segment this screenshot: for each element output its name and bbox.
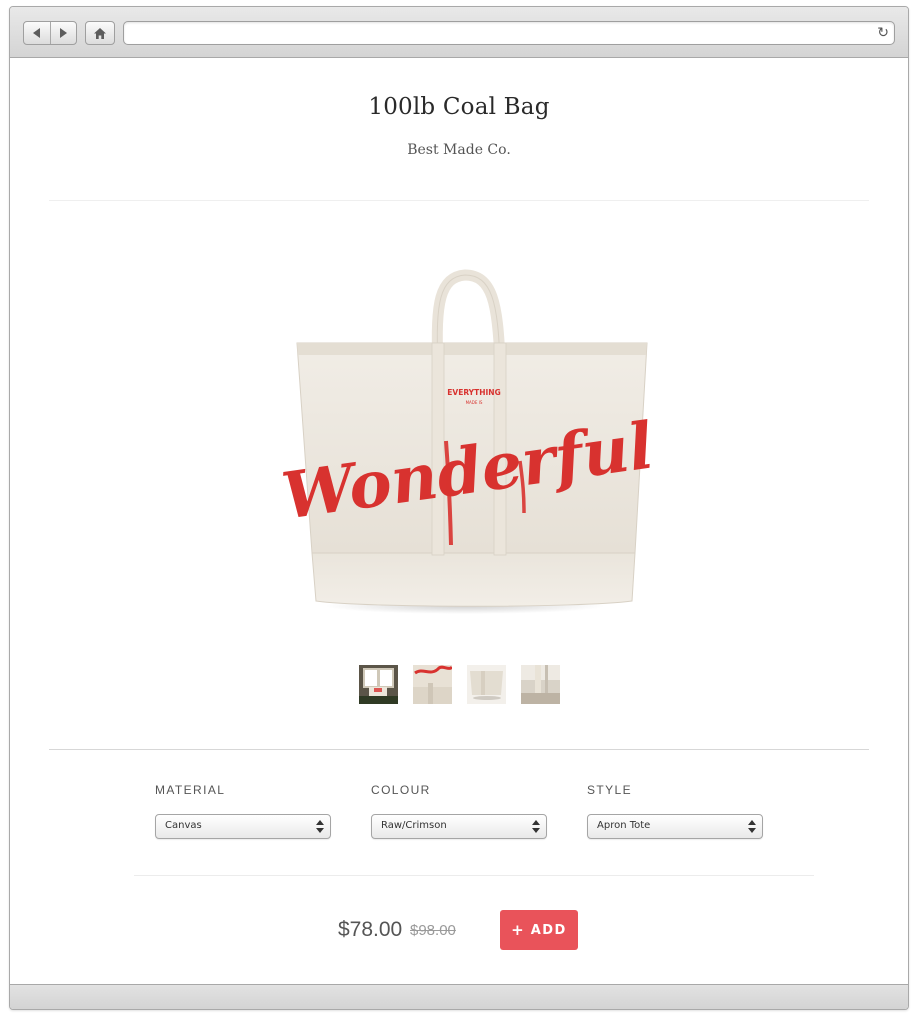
select-value: Canvas [165, 820, 202, 831]
tote-bag-image: EVERYTHING MADE IS Wonderful [278, 269, 658, 614]
triangle-right-icon [60, 28, 68, 38]
back-button[interactable] [24, 22, 50, 44]
thumbnail-strip [359, 665, 560, 704]
house-icon [94, 27, 106, 39]
triangle-left-icon [32, 28, 40, 38]
divider [49, 200, 869, 201]
select-value: Apron Tote [597, 820, 651, 831]
browser-status-bar [10, 984, 908, 1009]
add-button-label: ADD [530, 922, 567, 938]
brand-name: Best Made Co. [407, 142, 511, 158]
original-price: $98.00 [410, 922, 456, 939]
option-label: STYLE [587, 783, 633, 797]
photo-bag-bottom-icon [467, 665, 506, 704]
option-material: MATERIAL Canvas [155, 783, 331, 839]
option-label: COLOUR [371, 783, 431, 797]
reload-icon[interactable]: ↻ [877, 24, 889, 42]
updown-arrows-icon [316, 820, 324, 833]
option-label: MATERIAL [155, 783, 226, 797]
bag-print-small: MADE IS [466, 400, 483, 405]
home-button[interactable] [85, 21, 115, 45]
browser-window: ↻ 100lb Coal Bag Best Made Co. EVERYTHIN… [9, 6, 909, 1010]
thumbnail-bag-handle[interactable] [521, 665, 560, 704]
select-value: Raw/Crimson [381, 820, 447, 831]
option-colour: COLOUR Raw/Crimson [371, 783, 547, 839]
style-select[interactable]: Apron Tote [587, 814, 763, 839]
page-title: 100lb Coal Bag [368, 94, 550, 120]
purchase-row: $78.00 $98.00 + ADD [10, 908, 908, 950]
photo-bag-print-closeup-icon [413, 665, 452, 704]
product-options: MATERIAL Canvas COLOUR Raw/Crimson STYLE… [155, 783, 775, 853]
add-to-cart-button[interactable]: + ADD [500, 910, 578, 950]
divider [134, 875, 814, 876]
bag-print-top: EVERYTHING [447, 388, 500, 397]
product-page: 100lb Coal Bag Best Made Co. EVERYTHING … [10, 58, 908, 984]
option-style: STYLE Apron Tote [587, 783, 763, 839]
updown-arrows-icon [532, 820, 540, 833]
divider [49, 749, 869, 750]
product-image: EVERYTHING MADE IS Wonderful [278, 263, 658, 623]
photo-bag-handle-icon [521, 665, 560, 704]
address-bar[interactable]: ↻ [123, 21, 895, 45]
colour-select[interactable]: Raw/Crimson [371, 814, 547, 839]
forward-button[interactable] [49, 22, 77, 44]
sale-price: $78.00 [338, 918, 403, 941]
updown-arrows-icon [748, 820, 756, 833]
thumbnail-bag-bottom[interactable] [467, 665, 506, 704]
plus-icon: + [511, 920, 524, 939]
photo-window-scene-icon [359, 665, 398, 704]
thumbnail-window-scene[interactable] [359, 665, 398, 704]
browser-toolbar: ↻ [10, 7, 908, 58]
thumbnail-print-closeup[interactable] [413, 665, 452, 704]
nav-button-group [23, 21, 77, 45]
material-select[interactable]: Canvas [155, 814, 331, 839]
